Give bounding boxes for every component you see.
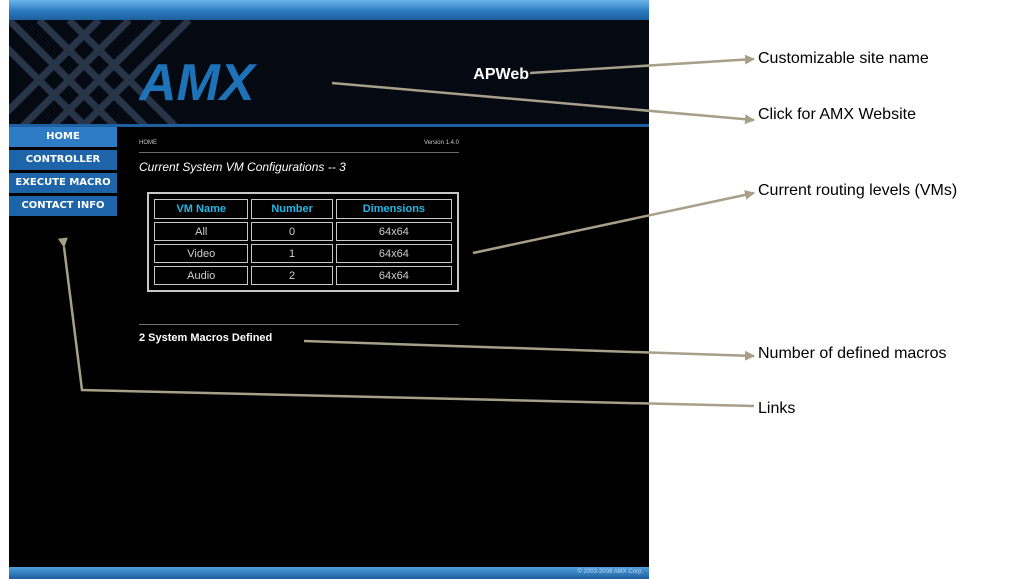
callout-arrows: [57, 54, 755, 408]
callout-routing-levels: Current routing levels (VMs): [758, 182, 958, 199]
arrow-routing-levels: [472, 189, 755, 255]
callout-amx-website: Click for AMX Website: [758, 106, 916, 123]
arrow-site-name: [529, 54, 755, 75]
callout-macros: Number of defined macros: [758, 345, 947, 362]
arrow-macros: [303, 339, 755, 361]
arrow-links: [57, 237, 755, 408]
arrow-amx-website: [331, 81, 755, 125]
callout-site-name: Customizable site name: [758, 50, 929, 67]
callout-links: Links: [758, 400, 796, 417]
